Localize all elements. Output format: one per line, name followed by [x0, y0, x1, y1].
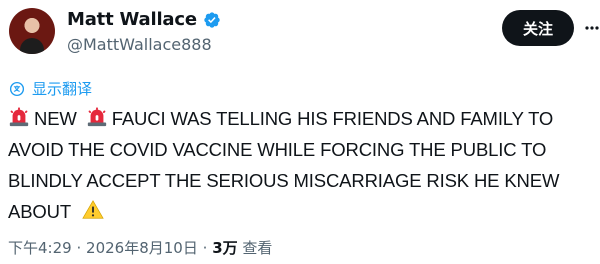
views-count[interactable]: 3万 — [212, 239, 237, 257]
verified-badge-icon — [204, 11, 220, 28]
siren-icon — [87, 107, 106, 127]
author-display-name[interactable]: Matt Wallace — [67, 9, 197, 30]
meta-separator: · — [202, 239, 208, 257]
more-options-icon[interactable] — [584, 20, 600, 36]
translate-icon — [9, 81, 25, 96]
siren-icon — [9, 107, 29, 127]
meta-separator: · — [76, 239, 82, 257]
show-translation-label: 显示翻译 — [32, 80, 93, 98]
views-label: 查看 — [242, 239, 273, 257]
author-handle[interactable]: @MattWallace888 — [67, 35, 212, 54]
follow-button[interactable]: 关注 — [502, 10, 574, 46]
author-avatar[interactable] — [9, 8, 55, 54]
show-translation-link[interactable]: 显示翻译 — [8, 78, 92, 99]
tweet-text-new: NEW — [34, 108, 77, 129]
tweet-date[interactable]: 2026年8月10日 — [86, 239, 198, 257]
tweet-text: NEW FAUCI WAS TELLING HIS FRIENDS AND FA… — [8, 103, 594, 227]
warning-icon — [81, 200, 104, 219]
tweet-time[interactable]: 下午4:29 — [8, 239, 72, 257]
author-name-row: Matt Wallace — [67, 9, 221, 30]
tweet-meta: 下午4:29 · 2026年8月10日 · 3万 查看 — [8, 237, 272, 258]
